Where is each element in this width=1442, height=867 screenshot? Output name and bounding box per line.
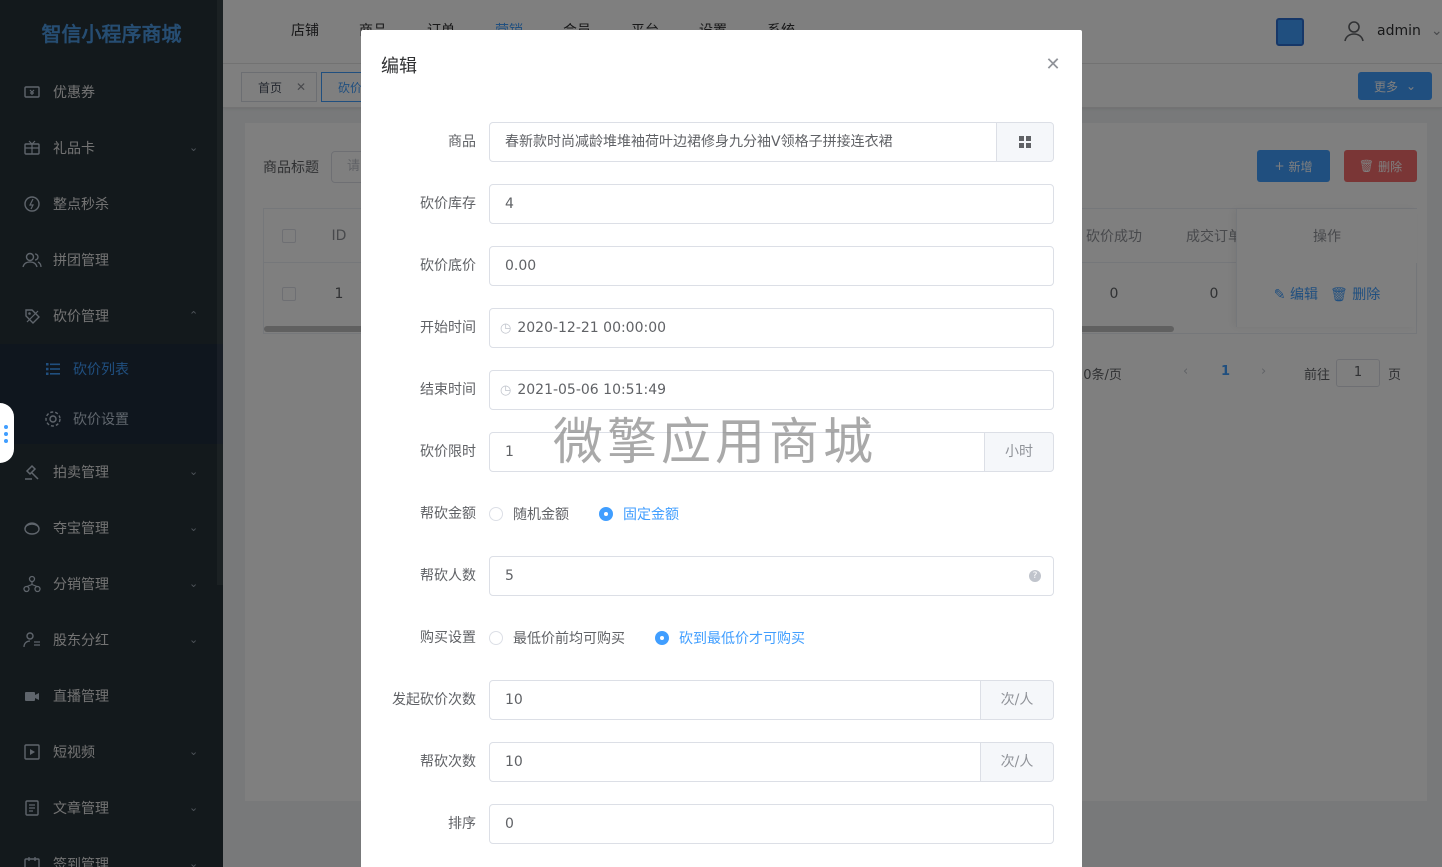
form-row-help-times: 帮砍次数 10 次/人	[361, 742, 1082, 782]
close-icon[interactable]: ✕	[1044, 56, 1062, 74]
form-row-sort: 排序 0	[361, 804, 1082, 844]
floor-price-input[interactable]: 0.00	[489, 246, 1054, 286]
field-label: 商品	[448, 134, 476, 150]
help-icon[interactable]: ?	[1029, 570, 1041, 582]
field-label: 帮砍次数	[420, 754, 476, 770]
grid-icon	[1019, 136, 1031, 148]
unit-hours: 小时	[984, 433, 1053, 471]
sort-input[interactable]: 0	[489, 804, 1054, 844]
field-label: 购买设置	[420, 630, 476, 646]
launch-times-value: 10	[505, 692, 523, 708]
form-row-launch-times: 发起砍价次数 10 次/人	[361, 680, 1082, 720]
help-people-input[interactable]: 5 ?	[489, 556, 1054, 596]
form-row-help-amount: 帮砍金额 随机金额 固定金额	[361, 494, 1082, 534]
watermark: 微擎应用商城	[553, 413, 877, 471]
unit-times-per-person: 次/人	[980, 743, 1053, 781]
buy-setting-radio-group: 最低价前均可购买 砍到最低价才可购买	[489, 618, 835, 658]
end-time-value: 2021-05-06 10:51:49	[517, 382, 667, 398]
dialog-title: 编辑	[381, 56, 417, 77]
form-row-stock: 砍价库存 4	[361, 184, 1082, 224]
start-time-value: 2020-12-21 00:00:00	[517, 320, 667, 336]
form-row-start-time: 开始时间 ◷ 2020-12-21 00:00:00	[361, 308, 1082, 348]
field-label: 开始时间	[420, 320, 476, 336]
unit-times-per-person: 次/人	[980, 681, 1053, 719]
help-people-value: 5	[505, 568, 514, 584]
side-drawer-handle[interactable]	[0, 403, 14, 463]
field-label: 砍价限时	[420, 444, 476, 460]
form-row-help-people: 帮砍人数 5 ?	[361, 556, 1082, 596]
help-amount-radio-group: 随机金额 固定金额	[489, 494, 709, 534]
field-label: 帮砍人数	[420, 568, 476, 584]
clock-icon: ◷	[500, 383, 512, 398]
field-label: 排序	[448, 816, 476, 832]
radio-buy-anytime[interactable]: 最低价前均可购买	[489, 628, 625, 648]
field-label: 砍价库存	[420, 196, 476, 212]
launch-times-input[interactable]: 10 次/人	[489, 680, 1054, 720]
help-times-value: 10	[505, 754, 523, 770]
field-label: 砍价底价	[420, 258, 476, 274]
radio-buy-at-lowest[interactable]: 砍到最低价才可购买	[655, 628, 805, 648]
radio-random-amount[interactable]: 随机金额	[489, 504, 569, 524]
radio-fixed-amount[interactable]: 固定金额	[599, 504, 679, 524]
select-product-button[interactable]	[996, 123, 1053, 161]
field-label: 帮砍金额	[420, 506, 476, 522]
form-row-product: 商品 春新款时尚减龄堆堆袖荷叶边裙修身九分袖V领格子拼接连衣裙	[361, 122, 1082, 162]
field-label: 结束时间	[420, 382, 476, 398]
product-field[interactable]: 春新款时尚减龄堆堆袖荷叶边裙修身九分袖V领格子拼接连衣裙	[489, 122, 1054, 162]
form-row-buy-setting: 购买设置 最低价前均可购买 砍到最低价才可购买	[361, 618, 1082, 658]
time-limit-value: 1	[505, 444, 514, 460]
stock-input[interactable]: 4	[489, 184, 1054, 224]
field-label: 发起砍价次数	[392, 692, 476, 708]
help-times-input[interactable]: 10 次/人	[489, 742, 1054, 782]
clock-icon: ◷	[500, 321, 512, 336]
start-time-picker[interactable]: ◷ 2020-12-21 00:00:00	[489, 308, 1054, 348]
product-value: 春新款时尚减龄堆堆袖荷叶边裙修身九分袖V领格子拼接连衣裙	[505, 134, 893, 150]
form-row-floor-price: 砍价底价 0.00	[361, 246, 1082, 286]
